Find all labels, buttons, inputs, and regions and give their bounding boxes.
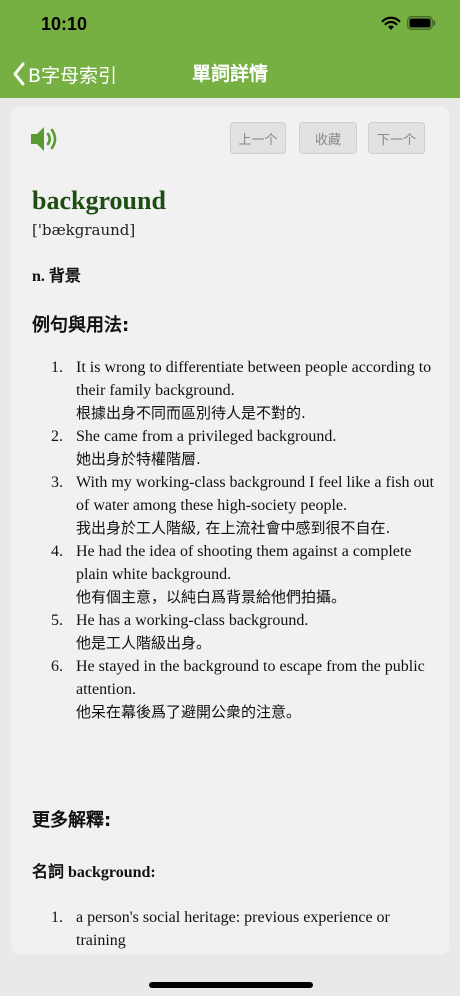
examples-heading: 例句與用法: xyxy=(32,315,130,336)
list-item: 4. He had the idea of shooting them agai… xyxy=(51,540,436,609)
example-chinese: 我出身於工人階級, 在上流社會中感到很不自在. xyxy=(76,519,391,537)
example-english: He has a working-class background. xyxy=(76,612,309,629)
list-item: 3. With my working-class background I fe… xyxy=(51,471,436,540)
part-of-speech: n. 背景 xyxy=(32,268,81,285)
favorite-button[interactable]: 收藏 xyxy=(299,122,357,154)
page-title: 單詞詳情 xyxy=(191,63,268,85)
example-number: 2. xyxy=(51,428,63,445)
list-item: 5. He has a working-class background. 他是… xyxy=(51,609,436,655)
example-english: With my working-class background I feel … xyxy=(76,474,434,514)
example-chinese: 他是工人階級出身。 xyxy=(76,634,212,652)
battery-icon xyxy=(407,16,436,30)
definition-text: a person's social heritage: previous exp… xyxy=(76,909,390,949)
next-word-button[interactable]: 下一个 xyxy=(368,122,425,154)
more-explanations-heading: 更多解釋: xyxy=(32,810,112,831)
example-chinese: 她出身於特權階層. xyxy=(76,450,201,468)
noun-definitions-heading: 名詞 background: xyxy=(32,864,156,881)
navigation-bar: 10:10 B字母索引 單詞詳情 xyxy=(0,0,460,98)
example-english: She came from a privileged background. xyxy=(76,428,337,445)
example-chinese: 他呆在幕後爲了避開公衆的注意。 xyxy=(76,703,302,721)
definition-number: 1. xyxy=(51,909,63,926)
example-number: 1. xyxy=(51,359,63,376)
word-detail-card: 上一个 收藏 下一个 background ['bækgraund] n. 背景… xyxy=(11,106,449,954)
example-english: He stayed in the background to escape fr… xyxy=(76,658,425,698)
examples-list: 1. It is wrong to differentiate between … xyxy=(51,356,436,724)
list-item: 2. She came from a privileged background… xyxy=(51,425,436,471)
example-english: He had the idea of shooting them against… xyxy=(76,543,412,583)
example-number: 3. xyxy=(51,474,63,491)
example-chinese: 他有個主意，以純白爲背景給他們拍攝。 xyxy=(76,588,347,606)
definitions-list: 1. a person's social heritage: previous … xyxy=(51,906,436,952)
status-bar: 10:10 xyxy=(0,0,460,50)
home-indicator[interactable] xyxy=(149,982,313,988)
previous-word-button[interactable]: 上一个 xyxy=(230,122,286,154)
wifi-icon xyxy=(381,16,401,30)
example-number: 5. xyxy=(51,612,63,629)
list-item: 6. He stayed in the background to escape… xyxy=(51,655,436,724)
example-chinese: 根據出身不同而區別待人是不對的. xyxy=(76,404,306,422)
example-number: 6. xyxy=(51,658,63,675)
example-english: It is wrong to differentiate between peo… xyxy=(76,359,432,399)
headword: background xyxy=(32,186,166,215)
speaker-icon[interactable] xyxy=(29,124,61,154)
list-item: 1. a person's social heritage: previous … xyxy=(51,906,436,952)
phonetic: ['bækgraund] xyxy=(32,221,136,239)
list-item: 1. It is wrong to differentiate between … xyxy=(51,356,436,425)
example-number: 4. xyxy=(51,543,63,560)
status-time: 10:10 xyxy=(41,14,88,34)
